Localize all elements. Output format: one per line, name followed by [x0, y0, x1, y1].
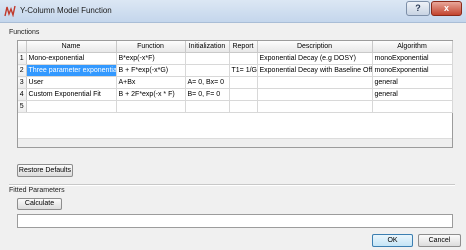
- horizontal-scrollbar[interactable]: [18, 138, 452, 147]
- cell-description[interactable]: [257, 76, 373, 89]
- row-number[interactable]: 3: [18, 76, 27, 89]
- cell-description[interactable]: [257, 88, 373, 101]
- cell-name[interactable]: User: [26, 76, 117, 89]
- table-row[interactable]: 5: [18, 100, 453, 113]
- row-number[interactable]: 2: [18, 64, 27, 77]
- cell-name-selected[interactable]: Three parameter exponential fit: [26, 64, 117, 77]
- column-header-report[interactable]: Report: [229, 41, 258, 53]
- cell-function[interactable]: A+Bx: [116, 76, 186, 89]
- fitted-parameters-group-label: Fitted Parameters: [9, 187, 65, 194]
- cell-report[interactable]: [229, 76, 258, 89]
- cell-report[interactable]: [229, 88, 258, 101]
- cell-function[interactable]: [116, 100, 186, 113]
- cell-initialization[interactable]: A= 0, Bx= 0: [185, 76, 230, 89]
- window-title: Y-Column Model Function: [20, 6, 112, 15]
- column-header-algorithm[interactable]: Algorithm: [372, 41, 453, 53]
- cell-algorithm[interactable]: [372, 100, 453, 113]
- cell-name[interactable]: Mono-exponential: [26, 52, 117, 65]
- cell-description[interactable]: Exponential Decay with Baseline Offset: [257, 64, 373, 77]
- cell-algorithm[interactable]: monoExponential: [372, 64, 453, 77]
- cancel-button[interactable]: Cancel: [418, 234, 461, 247]
- title-bar[interactable]: Y-Column Model Function ? x: [0, 0, 466, 23]
- table-row[interactable]: 2 Three parameter exponential fit B + F*…: [18, 64, 453, 77]
- functions-group-label: Functions: [9, 29, 40, 36]
- dialog-window: Y-Column Model Function ? x Functions Na…: [0, 0, 466, 250]
- cell-initialization[interactable]: [185, 52, 230, 65]
- calculate-button[interactable]: Calculate: [17, 198, 62, 210]
- row-number[interactable]: 4: [18, 88, 27, 101]
- cell-algorithm[interactable]: general: [372, 76, 453, 89]
- column-header-name[interactable]: Name: [26, 41, 117, 53]
- functions-table-frame: Name Function Initialization Report Desc…: [17, 40, 453, 148]
- table-row[interactable]: 3 User A+Bx A= 0, Bx= 0 general: [18, 76, 453, 89]
- column-header-initialization[interactable]: Initialization: [185, 41, 230, 53]
- cell-report[interactable]: T1= 1/G;: [229, 64, 258, 77]
- table-row[interactable]: 4 Custom Exponential Fit B + 2F*exp(-x *…: [18, 88, 453, 101]
- cell-function[interactable]: B + F*exp(-x*G): [116, 64, 186, 77]
- cell-initialization[interactable]: [185, 64, 230, 77]
- column-header-function[interactable]: Function: [116, 41, 186, 53]
- cell-algorithm[interactable]: monoExponential: [372, 52, 453, 65]
- restore-defaults-button[interactable]: Restore Defaults: [17, 164, 73, 177]
- cell-name[interactable]: [26, 100, 117, 113]
- fitted-parameters-output[interactable]: [17, 214, 453, 228]
- cell-function[interactable]: B*exp(-x*F): [116, 52, 186, 65]
- functions-table: Name Function Initialization Report Desc…: [18, 41, 453, 113]
- cell-initialization[interactable]: B= 0, F= 0: [185, 88, 230, 101]
- close-button[interactable]: x: [431, 1, 462, 16]
- cell-report[interactable]: [229, 52, 258, 65]
- cell-name[interactable]: Custom Exponential Fit: [26, 88, 117, 101]
- table-row[interactable]: 1 Mono-exponential B*exp(-x*F) Exponenti…: [18, 52, 453, 65]
- cell-initialization[interactable]: [185, 100, 230, 113]
- section-divider: [9, 184, 455, 186]
- row-number-header: [18, 41, 27, 53]
- cell-report[interactable]: [229, 100, 258, 113]
- cell-description[interactable]: Exponential Decay (e.g DOSY): [257, 52, 373, 65]
- column-header-description[interactable]: Description: [257, 41, 373, 53]
- row-number[interactable]: 5: [18, 100, 27, 113]
- help-button[interactable]: ?: [406, 1, 430, 16]
- cell-description[interactable]: [257, 100, 373, 113]
- cell-algorithm[interactable]: general: [372, 88, 453, 101]
- app-icon: [4, 5, 16, 17]
- row-number[interactable]: 1: [18, 52, 27, 65]
- cell-function[interactable]: B + 2F*exp(-x * F): [116, 88, 186, 101]
- ok-button[interactable]: OK: [372, 234, 413, 247]
